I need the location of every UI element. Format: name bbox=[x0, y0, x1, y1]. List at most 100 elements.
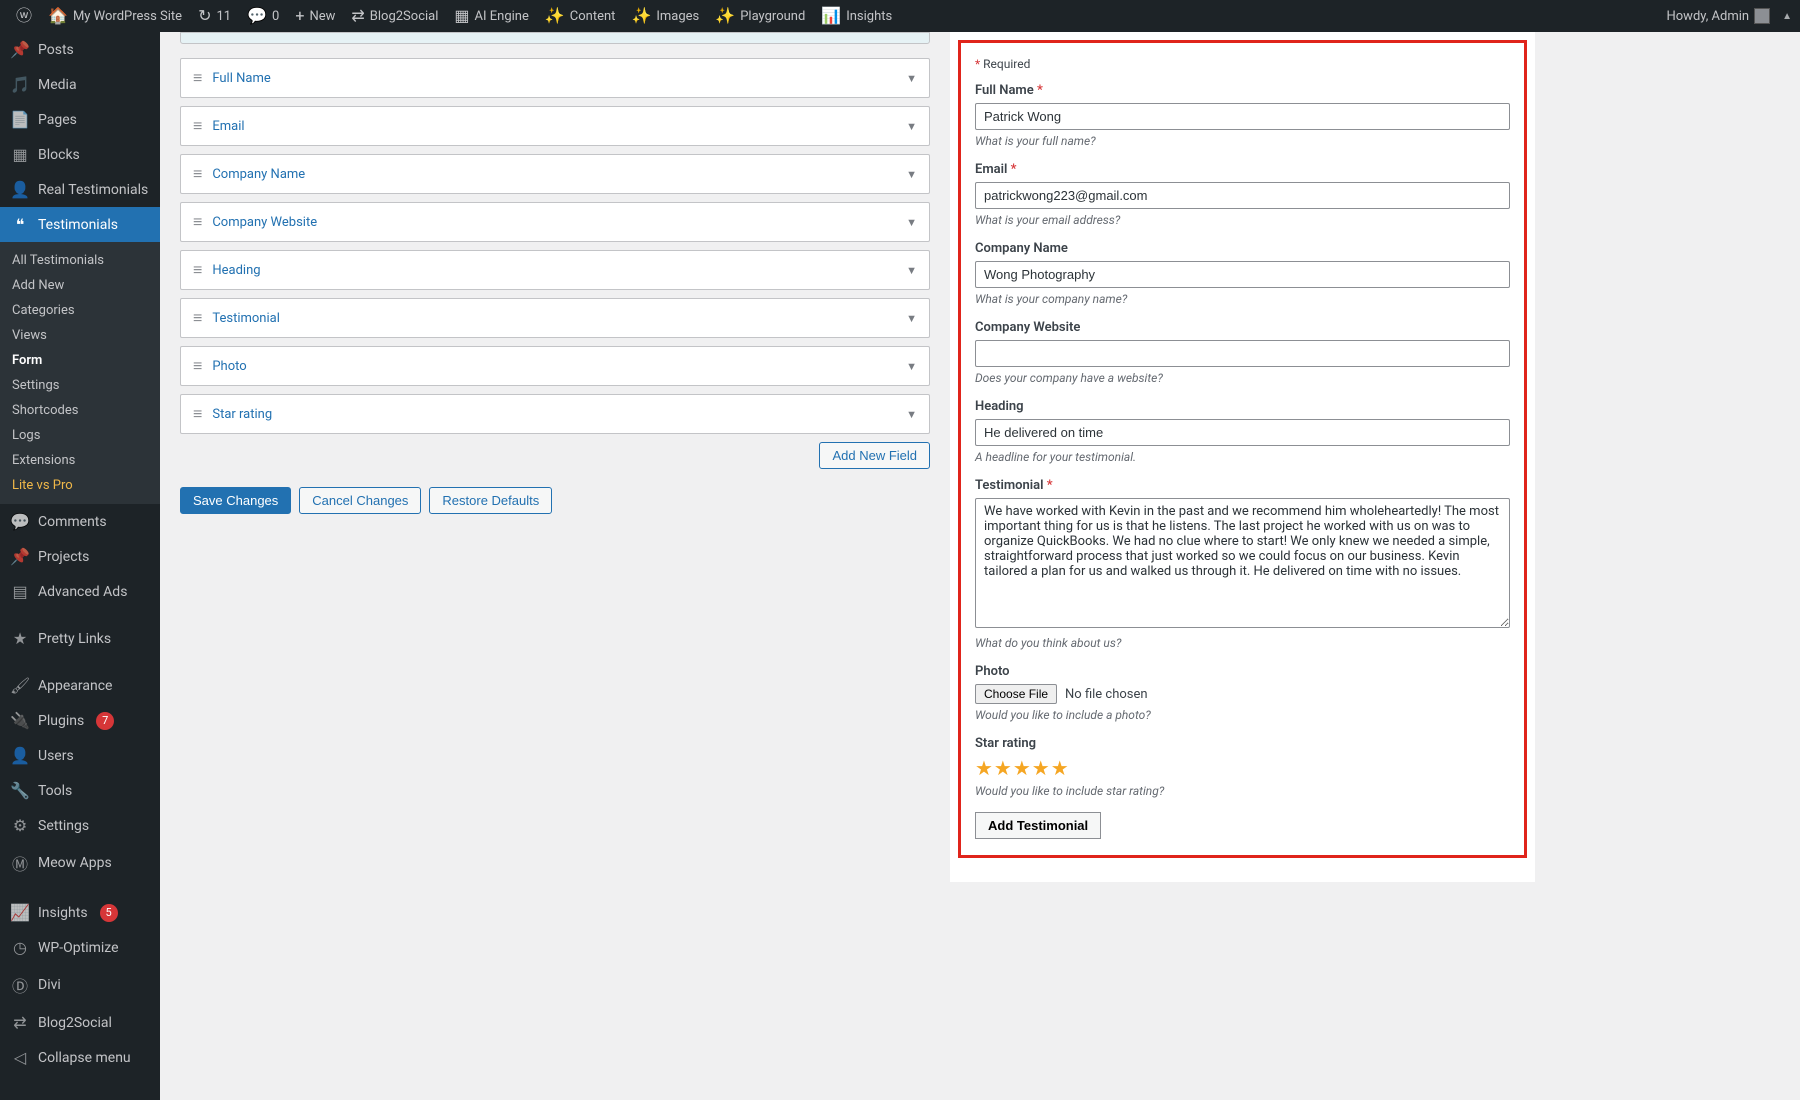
brush-icon: 🖌 bbox=[10, 676, 30, 695]
comment-icon: 💬 bbox=[10, 512, 30, 531]
comment-icon: 💬 bbox=[247, 8, 267, 24]
sidebar-item-testimonials[interactable]: ❝Testimonials bbox=[0, 207, 160, 242]
caret-up-icon[interactable]: ▲ bbox=[1782, 11, 1792, 22]
star-rating-input[interactable]: ★★★★★ bbox=[975, 756, 1510, 780]
field-row-heading[interactable]: ≡ Heading ▼ bbox=[180, 250, 930, 290]
sidebar-item-blog2social[interactable]: ⇄Blog2Social bbox=[0, 1005, 160, 1040]
collapse-menu[interactable]: ◁Collapse menu bbox=[0, 1040, 160, 1075]
chevron-down-icon[interactable]: ▼ bbox=[906, 72, 917, 85]
field-row-full-name[interactable]: ≡ Full Name ▼ bbox=[180, 58, 930, 98]
restore-defaults-button[interactable]: Restore Defaults bbox=[429, 487, 552, 514]
wp-logo[interactable]: ⓦ bbox=[8, 0, 40, 32]
submenu-views[interactable]: Views bbox=[0, 323, 160, 348]
drag-handle-icon[interactable]: ≡ bbox=[193, 116, 202, 136]
chart-icon: 📈 bbox=[10, 903, 30, 922]
submenu-add-new[interactable]: Add New bbox=[0, 273, 160, 298]
new-content-link[interactable]: +New bbox=[287, 0, 343, 32]
drag-handle-icon[interactable]: ≡ bbox=[193, 308, 202, 328]
blocks-icon: ▦ bbox=[10, 145, 30, 164]
company-name-input[interactable] bbox=[975, 261, 1510, 288]
insights-top-link[interactable]: 📊Insights bbox=[813, 0, 900, 32]
notice-bar bbox=[180, 32, 930, 44]
sidebar-item-insights[interactable]: 📈Insights5 bbox=[0, 895, 160, 930]
sidebar-item-divi[interactable]: ⒹDivi bbox=[0, 965, 160, 1005]
drag-handle-icon[interactable]: ≡ bbox=[193, 356, 202, 376]
sidebar-item-appearance[interactable]: 🖌Appearance bbox=[0, 668, 160, 703]
sidebar-item-media[interactable]: 🎵Media bbox=[0, 67, 160, 102]
company-name-label: Company Name bbox=[975, 241, 1510, 256]
insights-badge: 5 bbox=[100, 904, 118, 922]
field-row-email[interactable]: ≡ Email ▼ bbox=[180, 106, 930, 146]
submenu-form[interactable]: Form bbox=[0, 348, 160, 373]
chevron-down-icon[interactable]: ▼ bbox=[906, 360, 917, 373]
submenu-shortcodes[interactable]: Shortcodes bbox=[0, 398, 160, 423]
sidebar-item-tools[interactable]: 🔧Tools bbox=[0, 773, 160, 808]
updates-link[interactable]: ↻11 bbox=[190, 0, 239, 32]
content-link[interactable]: ✨Content bbox=[537, 0, 624, 32]
heading-input[interactable] bbox=[975, 419, 1510, 446]
sidebar-item-settings[interactable]: ⚙Settings bbox=[0, 808, 160, 843]
star-rating-hint: Would you like to include star rating? bbox=[975, 784, 1510, 798]
plus-icon: + bbox=[295, 8, 304, 24]
share-icon: ⇄ bbox=[351, 8, 364, 24]
submenu-lite-vs-pro[interactable]: Lite vs Pro bbox=[0, 473, 160, 498]
sidebar-item-posts[interactable]: 📌Posts bbox=[0, 32, 160, 67]
chevron-down-icon[interactable]: ▼ bbox=[906, 168, 917, 181]
sidebar-item-advanced-ads[interactable]: ▤Advanced Ads bbox=[0, 574, 160, 609]
main-content: ≡ Full Name ▼ ≡ Email ▼ ≡ Company Name ▼… bbox=[160, 32, 1800, 1100]
drag-handle-icon[interactable]: ≡ bbox=[193, 212, 202, 232]
drag-handle-icon[interactable]: ≡ bbox=[193, 404, 202, 424]
submenu-logs[interactable]: Logs bbox=[0, 423, 160, 448]
submenu-extensions[interactable]: Extensions bbox=[0, 448, 160, 473]
email-input[interactable] bbox=[975, 182, 1510, 209]
company-website-input[interactable] bbox=[975, 340, 1510, 367]
comments-link[interactable]: 💬0 bbox=[239, 0, 287, 32]
full-name-hint: What is your full name? bbox=[975, 134, 1510, 148]
chevron-down-icon[interactable]: ▼ bbox=[906, 264, 917, 277]
drag-handle-icon[interactable]: ≡ bbox=[193, 260, 202, 280]
field-row-company-name[interactable]: ≡ Company Name ▼ bbox=[180, 154, 930, 194]
choose-file-button[interactable]: Choose File bbox=[975, 684, 1057, 704]
submenu-categories[interactable]: Categories bbox=[0, 298, 160, 323]
blog2social-top-link[interactable]: ⇄Blog2Social bbox=[343, 0, 446, 32]
sidebar-item-meow-apps[interactable]: ⓂMeow Apps bbox=[0, 843, 160, 883]
form-preview-panel: * Required Full Name * What is your full… bbox=[950, 32, 1535, 882]
drag-handle-icon[interactable]: ≡ bbox=[193, 164, 202, 184]
sidebar-item-projects[interactable]: 📌Projects bbox=[0, 539, 160, 574]
sidebar-item-plugins[interactable]: 🔌Plugins7 bbox=[0, 703, 160, 738]
add-testimonial-button[interactable]: Add Testimonial bbox=[975, 812, 1101, 839]
sidebar-item-pretty-links[interactable]: ★Pretty Links bbox=[0, 621, 160, 656]
add-new-field-button[interactable]: Add New Field bbox=[819, 442, 930, 469]
field-row-company-website[interactable]: ≡ Company Website ▼ bbox=[180, 202, 930, 242]
sidebar-item-blocks[interactable]: ▦Blocks bbox=[0, 137, 160, 172]
site-name-link[interactable]: 🏠My WordPress Site bbox=[40, 0, 190, 32]
admin-sidebar: 📌Posts 🎵Media 📄Pages ▦Blocks 👤Real Testi… bbox=[0, 32, 160, 1100]
save-changes-button[interactable]: Save Changes bbox=[180, 487, 291, 514]
sidebar-item-comments[interactable]: 💬Comments bbox=[0, 504, 160, 539]
cancel-changes-button[interactable]: Cancel Changes bbox=[299, 487, 421, 514]
sidebar-item-users[interactable]: 👤Users bbox=[0, 738, 160, 773]
field-row-photo[interactable]: ≡ Photo ▼ bbox=[180, 346, 930, 386]
sidebar-item-wp-optimize[interactable]: ◷WP-Optimize bbox=[0, 930, 160, 965]
drag-handle-icon[interactable]: ≡ bbox=[193, 68, 202, 88]
ai-engine-link[interactable]: ▦AI Engine bbox=[446, 0, 536, 32]
chevron-down-icon[interactable]: ▼ bbox=[906, 120, 917, 133]
sidebar-item-real-testimonials[interactable]: 👤Real Testimonials bbox=[0, 172, 160, 207]
sidebar-item-pages[interactable]: 📄Pages bbox=[0, 102, 160, 137]
submenu-settings[interactable]: Settings bbox=[0, 373, 160, 398]
chevron-down-icon[interactable]: ▼ bbox=[906, 408, 917, 421]
full-name-input[interactable] bbox=[975, 103, 1510, 130]
field-row-testimonial[interactable]: ≡ Testimonial ▼ bbox=[180, 298, 930, 338]
home-icon: 🏠 bbox=[48, 8, 68, 24]
testimonial-textarea[interactable] bbox=[975, 498, 1510, 628]
submenu-all-testimonials[interactable]: All Testimonials bbox=[0, 248, 160, 273]
chevron-down-icon[interactable]: ▼ bbox=[906, 312, 917, 325]
images-link[interactable]: ✨Images bbox=[623, 0, 707, 32]
wand-icon: ✨ bbox=[545, 8, 565, 24]
chevron-down-icon[interactable]: ▼ bbox=[906, 216, 917, 229]
field-row-star-rating[interactable]: ≡ Star rating ▼ bbox=[180, 394, 930, 434]
photo-hint: Would you like to include a photo? bbox=[975, 708, 1510, 722]
my-account-link[interactable]: Howdy, Admin bbox=[1658, 0, 1778, 32]
field-label: Star rating bbox=[212, 407, 906, 422]
playground-link[interactable]: ✨Playground bbox=[707, 0, 813, 32]
